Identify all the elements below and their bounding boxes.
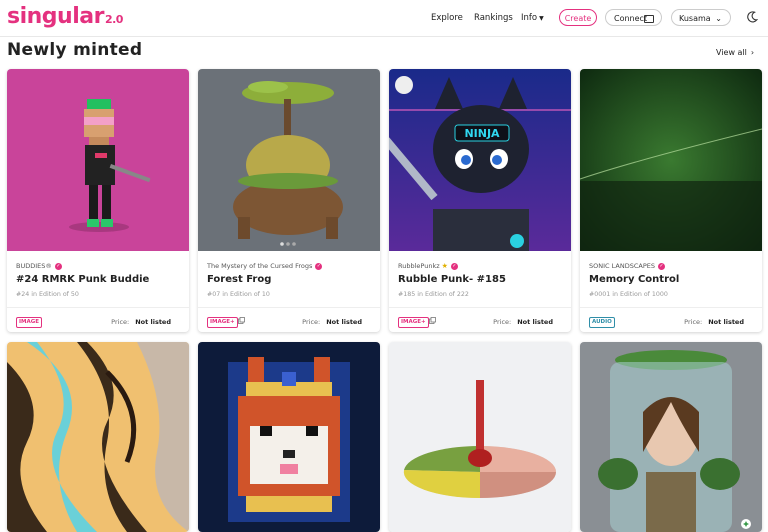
sonic-landscape-artwork	[580, 69, 762, 251]
collection-name[interactable]: SONIC LANDSCAPES ✓	[589, 262, 665, 270]
card-3-ninja-label: NINJA	[464, 127, 500, 140]
arrow-right-icon: ›	[750, 48, 755, 57]
collection-label: RubblePunkz	[398, 262, 440, 270]
nav-info[interactable]: Info ▼	[521, 13, 544, 23]
collection-label: The Mystery of the Cursed Frogs	[207, 262, 313, 270]
rubble-punk-artwork: NINJA	[389, 69, 571, 251]
forest-frog-artwork	[198, 69, 380, 251]
price-value: Not listed	[326, 318, 362, 326]
view-all-link[interactable]: View all ›	[716, 48, 754, 57]
pixel-fox-artwork	[198, 342, 380, 532]
nft-card[interactable]: NINJA RubblePunkz ★ ✓ Rubble Punk- #185 #1…	[389, 69, 571, 332]
nft-card[interactable]: BUDDIES® ✓ #24 RMRK Punk Buddie #24 in Ed…	[7, 69, 189, 332]
collection-label: BUDDIES®	[16, 262, 52, 270]
multi-resource-icon	[429, 317, 436, 324]
network-select[interactable]: Kusama ⌄	[671, 9, 731, 26]
moon-icon[interactable]	[746, 11, 758, 23]
chevron-down-icon: ⌄	[715, 14, 722, 23]
media-type-badge: IMAGE+	[398, 317, 429, 328]
nft-image[interactable]	[198, 342, 380, 532]
nav-info-label: Info	[521, 13, 538, 23]
tree-girl-artwork	[580, 342, 762, 532]
nft-image[interactable]	[198, 69, 380, 251]
nft-image[interactable]: NINJA	[389, 69, 571, 251]
collection-label: SONIC LANDSCAPES	[589, 262, 655, 270]
chevron-down-icon: ▼	[539, 15, 544, 22]
media-type-badge: AUDIO	[589, 317, 615, 328]
edition-info: #24 in Edition of 50	[16, 291, 79, 298]
price: Price: Not listed	[302, 318, 362, 326]
edition-info: #0001 in Edition of 1000	[589, 291, 668, 298]
logo-version: 2.0	[104, 13, 124, 26]
verified-icon: ✓	[315, 262, 323, 270]
nft-title[interactable]: Rubble Punk- #185	[398, 274, 506, 285]
nft-card[interactable]	[198, 342, 380, 532]
connect-button[interactable]: Connect	[605, 9, 662, 26]
nft-image[interactable]	[7, 342, 189, 532]
price-value: Not listed	[708, 318, 744, 326]
network-label: Kusama	[679, 14, 711, 23]
price: Price: Not listed	[111, 318, 171, 326]
star-icon: ★	[441, 262, 448, 270]
edition-info: #185 in Edition of 222	[398, 291, 469, 298]
punk-buddie-artwork	[7, 69, 189, 251]
price-value: Not listed	[135, 318, 171, 326]
verified-icon: ✓	[450, 262, 458, 270]
nft-card[interactable]	[389, 342, 571, 532]
logo[interactable]: singular2.0	[7, 4, 123, 29]
media-type-badge: IMAGE	[16, 317, 43, 328]
nft-image[interactable]	[580, 342, 762, 532]
nft-card[interactable]: The Mystery of the Cursed Frogs ✓ Forest …	[198, 69, 380, 332]
price-value: Not listed	[517, 318, 553, 326]
multi-resource-icon	[238, 317, 245, 324]
logo-text: singular	[7, 4, 104, 29]
top-navbar: singular2.0 Explore Rankings Info ▼ Creat…	[0, 0, 768, 37]
marble-artwork	[7, 342, 189, 532]
price-label: Price:	[302, 318, 321, 326]
divider	[198, 307, 380, 308]
nft-card[interactable]: SONIC LANDSCAPES ✓ Memory Control #0001 i…	[580, 69, 762, 332]
wallet-icon	[644, 15, 654, 23]
clover-icon	[741, 519, 751, 529]
nft-card[interactable]	[7, 342, 189, 532]
price-label: Price:	[684, 318, 703, 326]
collection-name[interactable]: BUDDIES® ✓	[16, 262, 62, 270]
nav-explore[interactable]: Explore	[431, 13, 463, 23]
spinning-top-artwork	[389, 342, 571, 532]
nft-title[interactable]: #24 RMRK Punk Buddie	[16, 274, 149, 285]
collection-name[interactable]: RubblePunkz ★ ✓	[398, 262, 458, 270]
edition-info: #07 in Edition of 10	[207, 291, 270, 298]
nft-image[interactable]	[580, 69, 762, 251]
nft-title[interactable]: Forest Frog	[207, 274, 271, 285]
divider	[7, 307, 189, 308]
connect-label: Connect	[614, 14, 648, 23]
verified-icon: ✓	[657, 262, 665, 270]
nft-card[interactable]	[580, 342, 762, 532]
create-button[interactable]: Create	[559, 9, 597, 26]
price: Price: Not listed	[493, 318, 553, 326]
divider	[580, 307, 762, 308]
view-all-label: View all	[716, 48, 747, 57]
verified-icon: ✓	[54, 262, 62, 270]
nft-image[interactable]	[7, 69, 189, 251]
section-title: Newly minted	[7, 40, 143, 60]
price-label: Price:	[111, 318, 130, 326]
price: Price: Not listed	[684, 318, 744, 326]
divider	[389, 307, 571, 308]
nav-rankings[interactable]: Rankings	[474, 13, 513, 23]
media-type-badge: IMAGE+	[207, 317, 238, 328]
nft-image[interactable]	[389, 342, 571, 532]
collection-name[interactable]: The Mystery of the Cursed Frogs ✓	[207, 262, 323, 270]
nft-title[interactable]: Memory Control	[589, 274, 679, 285]
price-label: Price:	[493, 318, 512, 326]
